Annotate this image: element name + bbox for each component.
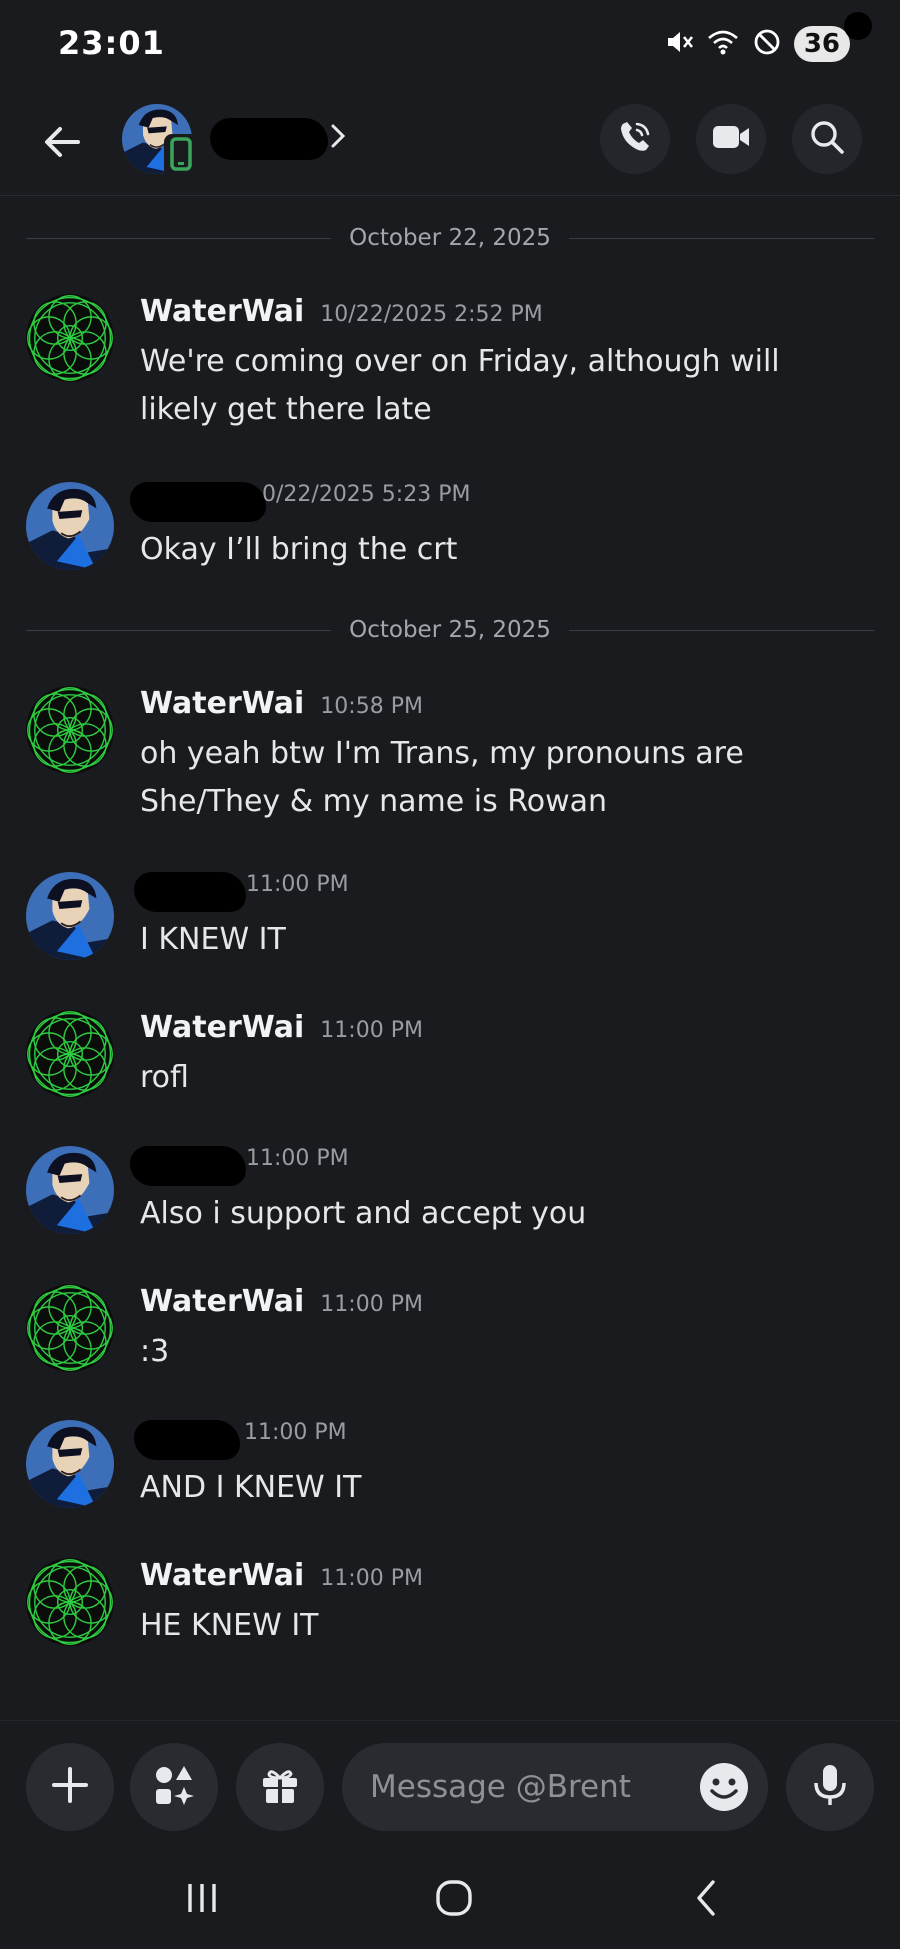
camera-cutout <box>844 12 872 40</box>
user-avatar[interactable] <box>26 1146 114 1234</box>
message-author[interactable]: WaterWai <box>140 1284 304 1319</box>
message-text: rofl <box>140 1060 189 1095</box>
message-timestamp: 11:00 PM <box>246 1146 349 1171</box>
message-timestamp: 11:00 PM <box>320 1018 423 1043</box>
redacted-recipient-name[interactable] <box>210 118 328 160</box>
redacted-author <box>134 872 246 912</box>
message-timestamp: 11:00 PM <box>244 1420 347 1445</box>
profile-chevron[interactable] <box>330 118 350 158</box>
status-icons: 36 <box>664 26 850 62</box>
attach-button[interactable] <box>26 1743 114 1831</box>
back-arrow-icon <box>40 120 84 168</box>
voice-call-icon <box>616 118 654 160</box>
message-author[interactable]: WaterWai <box>140 294 304 329</box>
recents-icon <box>182 1880 222 1920</box>
message-input-placeholder: Message @Brent <box>370 1769 631 1805</box>
system-back-button[interactable] <box>666 1870 746 1930</box>
message-text: AND I KNEW IT <box>140 1470 362 1505</box>
system-back-icon <box>691 1878 721 1922</box>
divider-date: October 25, 2025 <box>349 617 551 643</box>
redacted-author <box>134 1420 240 1460</box>
redacted-author <box>130 482 266 522</box>
user-avatar[interactable] <box>26 1558 114 1646</box>
message-timestamp: 11:00 PM <box>320 1292 423 1317</box>
emoji-button[interactable] <box>698 1761 750 1813</box>
gift-button[interactable] <box>236 1743 324 1831</box>
message-timestamp: 11:00 PM <box>246 872 349 897</box>
battery-indicator: 36 <box>793 26 850 62</box>
user-avatar[interactable] <box>26 1010 114 1098</box>
user-avatar[interactable] <box>26 482 114 570</box>
status-bar: 23:01 36 <box>0 0 900 90</box>
search-button[interactable] <box>792 104 862 174</box>
message-text: We're coming over on Friday, although wi… <box>140 344 780 427</box>
gift-icon <box>259 1764 301 1810</box>
voice-call-button[interactable] <box>600 104 670 174</box>
mute-icon <box>664 27 694 61</box>
redacted-author <box>130 1146 246 1186</box>
date-divider: October 22, 2025 <box>26 218 874 258</box>
user-avatar[interactable] <box>26 1284 114 1372</box>
back-button[interactable] <box>32 114 92 174</box>
home-icon <box>434 1878 474 1922</box>
emoji-icon <box>698 1763 750 1817</box>
message-author[interactable]: WaterWai <box>140 1558 304 1593</box>
dm-header <box>0 96 900 196</box>
message-timestamp: 10:58 PM <box>320 694 423 719</box>
user-avatar[interactable] <box>26 294 114 382</box>
recents-button[interactable] <box>162 1870 242 1930</box>
microphone-icon <box>810 1763 850 1811</box>
message-text: oh yeah btw I'm Trans, my pronouns are S… <box>140 736 744 819</box>
message-timestamp: 10/22/2025 2:52 PM <box>320 302 543 327</box>
phone-icon <box>170 137 192 175</box>
message-text: HE KNEW IT <box>140 1608 319 1643</box>
search-icon <box>809 119 845 159</box>
plus-icon <box>50 1765 90 1809</box>
user-avatar[interactable] <box>26 686 114 774</box>
message-composer: Message @Brent <box>0 1720 900 1850</box>
wifi-icon <box>706 27 740 61</box>
message-author[interactable]: WaterWai <box>140 686 304 721</box>
apps-button[interactable] <box>130 1743 218 1831</box>
video-call-button[interactable] <box>696 104 766 174</box>
system-nav-bar <box>0 1850 900 1949</box>
date-divider: October 25, 2025 <box>26 610 874 650</box>
user-avatar[interactable] <box>26 1420 114 1508</box>
message-text: I KNEW IT <box>140 922 286 957</box>
apps-icon <box>152 1763 196 1811</box>
message-text: :3 <box>140 1334 170 1369</box>
mobile-status-badge <box>164 134 198 178</box>
message-input[interactable]: Message @Brent <box>342 1743 768 1831</box>
home-button[interactable] <box>414 1870 494 1930</box>
status-time: 23:01 <box>58 24 165 62</box>
voice-message-button[interactable] <box>786 1743 874 1831</box>
video-call-icon <box>711 122 751 156</box>
message-text: Okay I’ll bring the crt <box>140 532 458 567</box>
message-timestamp: 11:00 PM <box>320 1566 423 1591</box>
do-not-disturb-icon <box>752 27 782 61</box>
chevron-right-icon <box>330 123 346 153</box>
divider-date: October 22, 2025 <box>349 225 551 251</box>
user-avatar[interactable] <box>26 872 114 960</box>
message-timestamp: 0/22/2025 5:23 PM <box>262 482 471 507</box>
message-author[interactable]: WaterWai <box>140 1010 304 1045</box>
message-text: Also i support and accept you <box>140 1196 587 1231</box>
